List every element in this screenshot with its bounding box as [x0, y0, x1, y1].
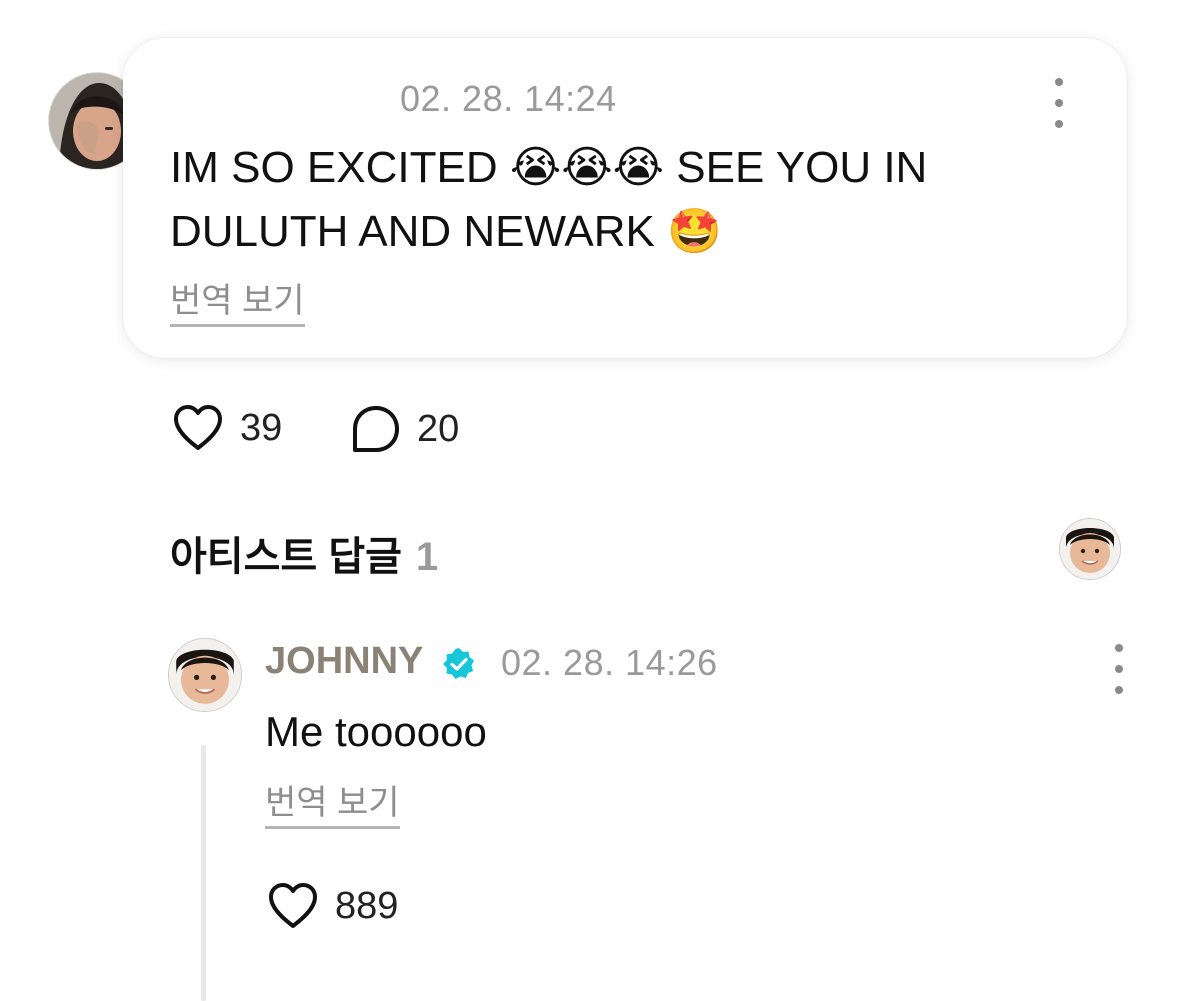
post-timestamp: 02. 28. 14:24: [400, 78, 617, 119]
comment-bubble-icon: [353, 406, 399, 452]
artist-replies-title: 아티스트 답글 1: [170, 524, 438, 582]
reply-author-avatar[interactable]: [168, 638, 242, 712]
reply-timestamp: 02. 28. 14:26: [501, 642, 718, 683]
post-text: IM SO EXCITED 😭😭😭 SEE YOU IN DULUTH AND …: [170, 143, 928, 256]
post-like-button[interactable]: 39: [172, 404, 282, 452]
post-comment-count: 20: [417, 407, 460, 450]
post-like-count: 39: [240, 406, 283, 449]
artist-replies-label: 아티스트 답글: [170, 535, 402, 579]
verified-badge-icon: [443, 648, 474, 679]
more-vertical-icon[interactable]: [1047, 78, 1071, 128]
post-comment-button[interactable]: 20: [351, 404, 459, 454]
heart-icon: [269, 883, 317, 928]
reply-author-name[interactable]: JOHNNY: [265, 640, 423, 683]
artist-avatar-icon: [169, 639, 241, 711]
post-translate-link[interactable]: 번역 보기: [170, 282, 305, 327]
post-card: 02. 28. 14:24 IM SO EXCITED 😭😭😭 SEE YOU …: [123, 38, 1127, 358]
reply-more-vertical-icon[interactable]: [1107, 644, 1131, 694]
artist-avatar-small[interactable]: [1059, 518, 1121, 580]
artist-replies-count: 1: [415, 535, 439, 579]
reply-text: Me toooooo: [265, 708, 487, 755]
heart-icon: [174, 405, 222, 450]
reply-like-count: 889: [335, 884, 399, 927]
reply-like-button[interactable]: 889: [267, 882, 398, 930]
thread-line: [201, 745, 206, 1001]
artist-avatar-icon: [1060, 519, 1120, 579]
reply-translate-link[interactable]: 번역 보기: [265, 784, 400, 829]
